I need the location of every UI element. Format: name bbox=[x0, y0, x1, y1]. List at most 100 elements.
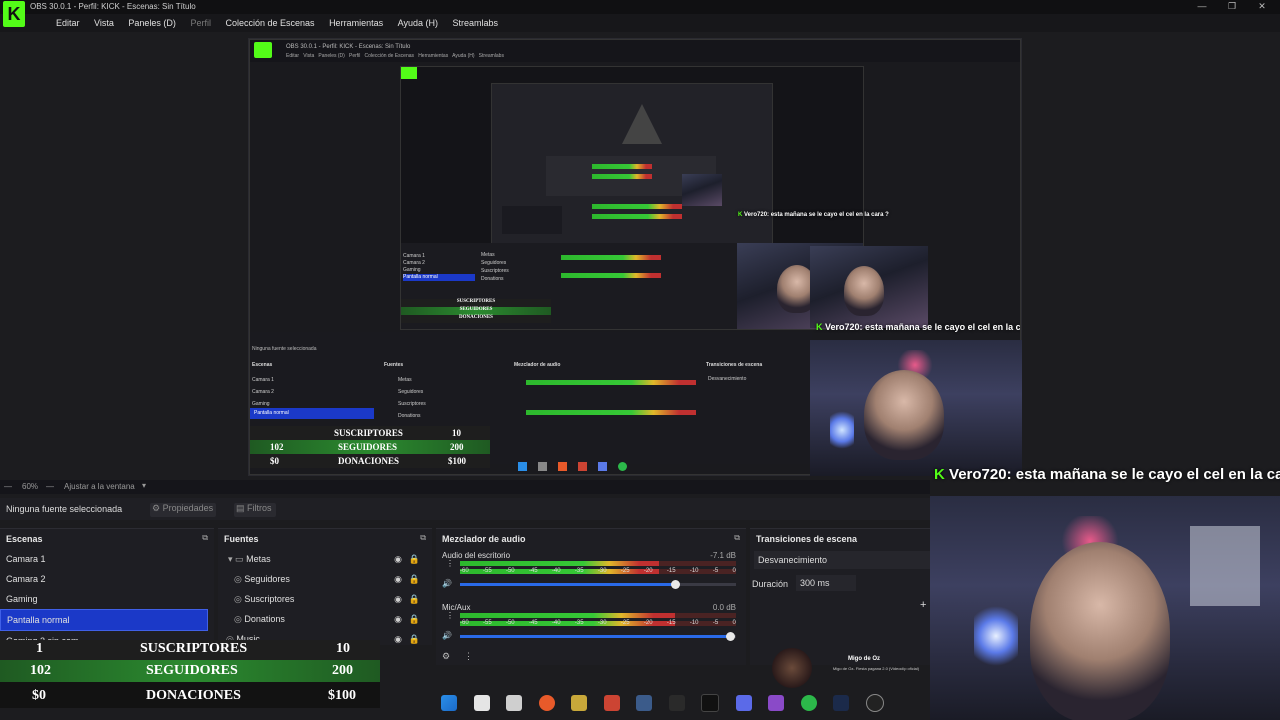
meter-tick: -15 bbox=[666, 620, 676, 626]
brave-icon[interactable] bbox=[538, 695, 555, 711]
photoshop-icon[interactable] bbox=[833, 695, 850, 711]
menu-perfil[interactable]: Perfil bbox=[184, 14, 217, 28]
duration-input[interactable]: 300 ms bbox=[796, 575, 856, 591]
followers-current: 102 bbox=[30, 663, 51, 678]
menu-paneles[interactable]: Paneles (D) bbox=[122, 14, 182, 28]
volume-knob[interactable] bbox=[671, 580, 681, 589]
volume-slider[interactable] bbox=[460, 580, 736, 589]
nested-kick-logo bbox=[254, 42, 272, 58]
close-icon[interactable]: ✕ bbox=[1254, 1, 1270, 12]
menu-coleccion[interactable]: Colección de Escenas bbox=[219, 14, 320, 28]
discord-icon[interactable] bbox=[735, 695, 752, 711]
nested-menubar: OBS 30.0.1 - Perfil: KICK - Escenas: Sin… bbox=[250, 40, 1020, 62]
windows-icon[interactable] bbox=[441, 695, 457, 711]
kick-chat-icon: K bbox=[934, 466, 945, 483]
lock-icon[interactable]: 🔒 bbox=[409, 549, 420, 569]
app-icon[interactable] bbox=[473, 695, 490, 711]
meter-tick: -55 bbox=[482, 620, 492, 626]
more-options-icon[interactable]: ⋮ bbox=[464, 651, 473, 662]
nested-no-source: Ninguna fuente seleccionada bbox=[252, 346, 317, 352]
store-icon[interactable] bbox=[506, 695, 523, 711]
meter-tick: -50 bbox=[505, 620, 515, 626]
taskbar bbox=[434, 694, 884, 716]
steam-icon[interactable] bbox=[636, 695, 653, 711]
source-row[interactable]: ▾ ▭ Metas ◉ 🔒 bbox=[218, 549, 432, 569]
menu-editar[interactable]: Editar bbox=[50, 14, 86, 28]
obs-icon[interactable] bbox=[865, 694, 884, 712]
chevron-down-icon[interactable]: ▾ bbox=[142, 481, 146, 490]
spotify-icon[interactable] bbox=[800, 695, 817, 711]
minimize-icon[interactable]: — bbox=[1194, 1, 1210, 11]
source-row[interactable]: ◎ Seguidores ◉ 🔒 bbox=[218, 569, 432, 589]
maximize-icon[interactable]: ❐ bbox=[1224, 1, 1240, 12]
transition-select[interactable]: Desvanecimiento bbox=[754, 551, 930, 569]
nested-mixer-title: Mezclador de audio bbox=[514, 362, 561, 368]
meter-tick: -15 bbox=[666, 568, 676, 574]
menu-vista[interactable]: Vista bbox=[88, 14, 120, 28]
scene-item[interactable]: Gaming bbox=[0, 589, 214, 609]
menu-herramientas[interactable]: Herramientas bbox=[323, 14, 389, 28]
score-row-subs: 1 SUSCRIPTORES 10 bbox=[0, 640, 380, 660]
donations-goal: $100 bbox=[328, 688, 356, 703]
mixer-settings-icon[interactable]: ⚙ bbox=[442, 651, 450, 662]
lock-icon[interactable]: 🔒 bbox=[409, 569, 420, 589]
scoreboard-overlay: 1 SUSCRIPTORES 10 102 SEGUIDORES 200 $0 … bbox=[0, 640, 380, 710]
volume-fill bbox=[460, 635, 731, 638]
volume-slider[interactable] bbox=[460, 632, 736, 641]
dock-float-icon[interactable]: ⧉ bbox=[420, 533, 426, 543]
speaker-icon[interactable]: 🔊 bbox=[442, 579, 452, 588]
filters-button[interactable]: ▤ Filtros bbox=[234, 503, 276, 517]
nested-scenes-title: Escenas bbox=[252, 362, 273, 368]
subs-label: SUSCRIPTORES bbox=[140, 641, 248, 656]
menu-ayuda[interactable]: Ayuda (H) bbox=[392, 14, 444, 28]
app3-icon[interactable] bbox=[768, 695, 785, 711]
preview-controls: — 60% — Ajustar a la ventana ▾ bbox=[0, 480, 930, 494]
preview-zoom-plus[interactable]: — bbox=[46, 482, 54, 491]
followers-goal: 200 bbox=[332, 663, 353, 678]
tiktok-icon[interactable] bbox=[701, 694, 720, 712]
preview-zoom-minus[interactable]: — bbox=[4, 482, 12, 491]
properties-button[interactable]: ⚙ Propiedades bbox=[150, 503, 216, 517]
dock-float-icon[interactable]: ⧉ bbox=[202, 533, 208, 543]
eye-icon[interactable]: ◉ bbox=[394, 609, 402, 629]
scene-item[interactable]: Camara 2 bbox=[0, 569, 214, 589]
nested-meter bbox=[561, 273, 661, 278]
lock-icon[interactable]: 🔒 bbox=[409, 589, 420, 609]
speaker-icon[interactable]: 🔊 bbox=[442, 631, 452, 640]
app2-icon[interactable] bbox=[668, 695, 685, 711]
nested-transition-select: Desvanecimiento bbox=[708, 376, 747, 382]
webcam-overlay-mid bbox=[810, 340, 1022, 476]
scene-item[interactable]: Camara 1 bbox=[0, 549, 214, 569]
eye-icon[interactable]: ◉ bbox=[394, 549, 402, 569]
source-icon: ◎ bbox=[234, 574, 242, 584]
duration-value: 300 ms bbox=[800, 578, 830, 588]
lock-icon[interactable]: 🔒 bbox=[409, 629, 420, 649]
dock-float-icon[interactable]: ⧉ bbox=[734, 533, 740, 543]
lock-icon[interactable]: 🔒 bbox=[409, 609, 420, 629]
source-label: Metas bbox=[246, 554, 271, 564]
meter-tick: -55 bbox=[482, 568, 492, 574]
background-light bbox=[1190, 526, 1260, 606]
preview-zoom[interactable]: 60% bbox=[22, 482, 38, 491]
channel-db: -7.1 dB bbox=[710, 551, 736, 560]
score-row-followers: 102 SEGUIDORES 200 bbox=[0, 660, 380, 682]
scene-item-selected[interactable]: Pantalla normal bbox=[0, 609, 208, 631]
eye-icon[interactable]: ◉ bbox=[394, 569, 402, 589]
nested-obs-window-2: Camara 1 Camara 2 Gaming Pantalla normal M… bbox=[400, 66, 864, 330]
nested-sources-title: Fuentes bbox=[384, 362, 404, 368]
red-app-icon[interactable] bbox=[603, 695, 620, 711]
eye-icon[interactable]: ◉ bbox=[394, 589, 402, 609]
mixer-channel: Mic/Aux 0.0 dB -60 -55 -50 -45 -40 -35 -30 -25 -20… bbox=[442, 603, 738, 651]
add-transition-icon[interactable]: + bbox=[920, 599, 926, 611]
duration-label: Duración bbox=[752, 579, 789, 589]
channel-options-icon[interactable]: ⋮ bbox=[446, 559, 454, 568]
files-icon[interactable] bbox=[571, 695, 588, 711]
channel-options-icon[interactable]: ⋮ bbox=[446, 611, 454, 620]
menu-streamlabs[interactable]: Streamlabs bbox=[446, 14, 504, 28]
preview-fit[interactable]: Ajustar a la ventana bbox=[64, 482, 135, 491]
eye-icon[interactable]: ◉ bbox=[394, 629, 402, 649]
source-row[interactable]: ◎ Suscriptores ◉ 🔒 bbox=[218, 589, 432, 609]
source-row[interactable]: ◎ Donations ◉ 🔒 bbox=[218, 609, 432, 629]
chevron-down-icon[interactable]: ▾ bbox=[218, 554, 233, 564]
volume-knob[interactable] bbox=[726, 632, 736, 641]
